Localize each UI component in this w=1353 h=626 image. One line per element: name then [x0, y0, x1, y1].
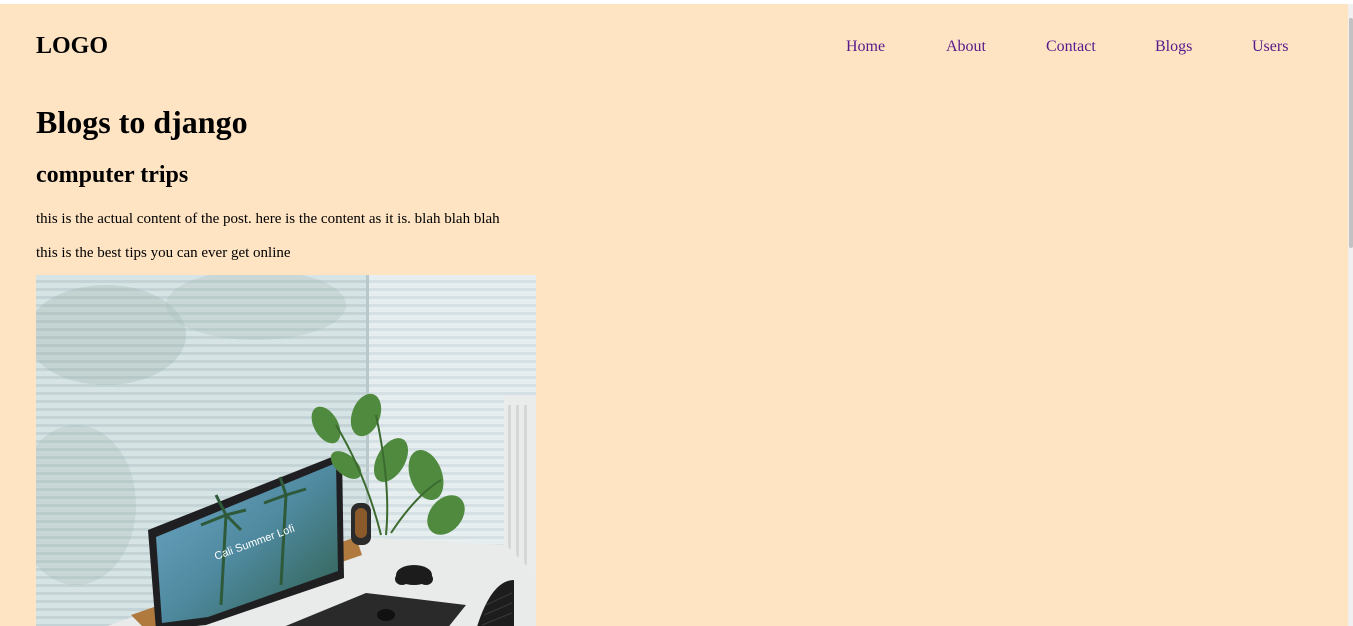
- post-title: computer trips: [36, 162, 189, 188]
- logo[interactable]: LOGO: [36, 31, 108, 61]
- nav-link-users[interactable]: Users: [1252, 37, 1288, 57]
- post-content: this is the actual content of the post. …: [36, 211, 500, 227]
- post-tagline: this is the best tips you can ever get o…: [36, 245, 291, 261]
- nav-link-home[interactable]: Home: [846, 37, 885, 57]
- post-image: Cali Summer Lofi: [36, 275, 536, 626]
- nav-link-about[interactable]: About: [946, 37, 986, 57]
- page-title: Blogs to django: [36, 104, 248, 140]
- nav-link-blogs[interactable]: Blogs: [1155, 37, 1192, 57]
- scrollbar-thumb[interactable]: [1349, 18, 1353, 248]
- page: LOGO Home About Contact Blogs Users Blog…: [0, 4, 1348, 626]
- nav-link-contact[interactable]: Contact: [1046, 37, 1096, 57]
